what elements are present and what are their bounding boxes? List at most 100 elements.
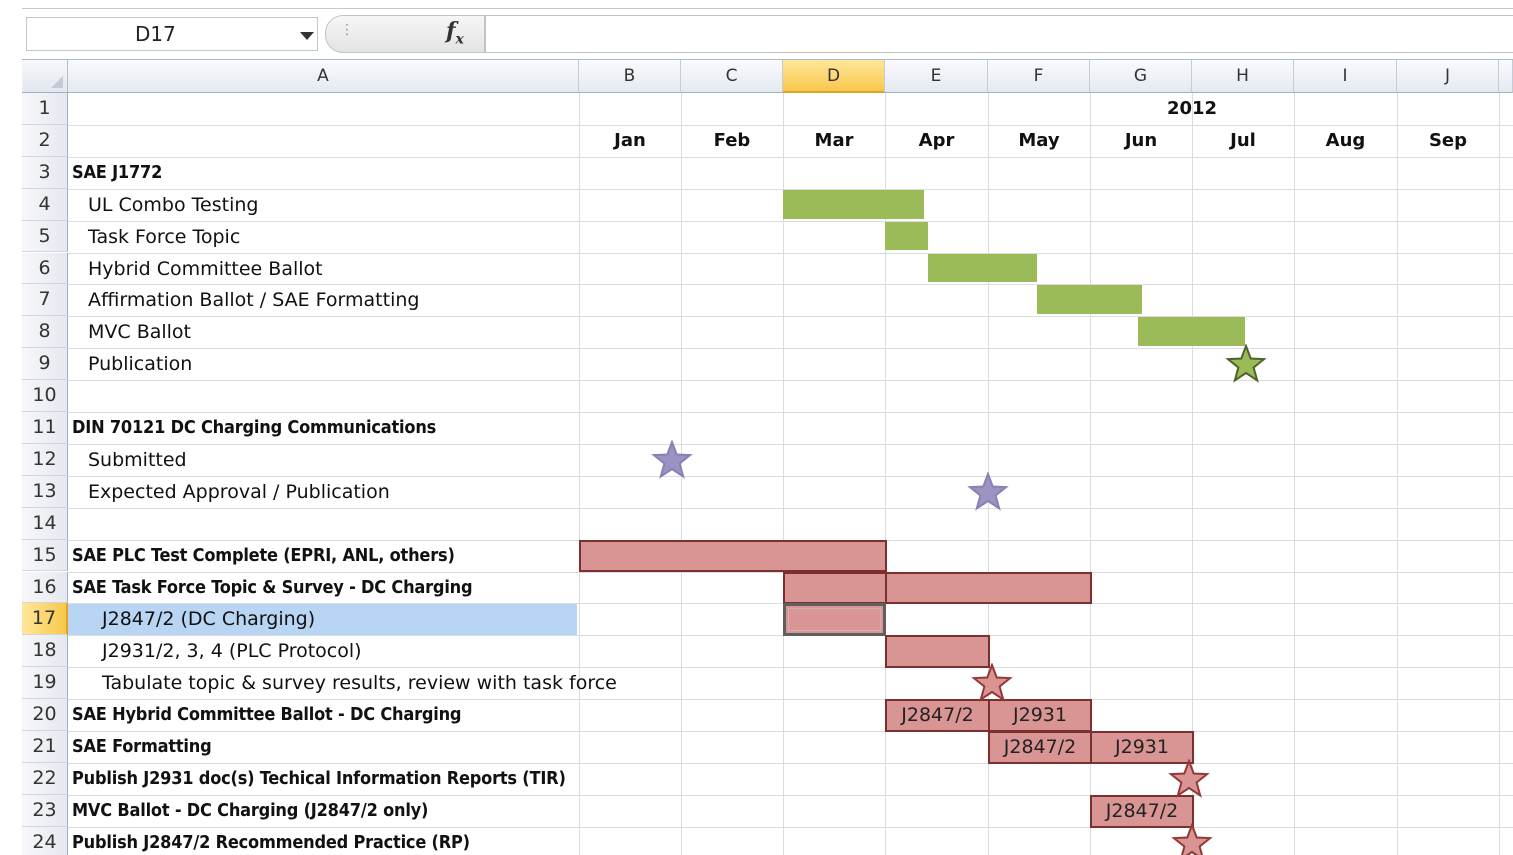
month-mar: Mar [814,129,854,151]
bar-task-force-topic-dc-ef [885,571,1092,605]
month-may: May [1018,129,1060,151]
active-cell-d17[interactable] [783,603,886,637]
cell-a-15[interactable]: SAE PLC Test Complete (EPRI, ANL, others… [72,545,455,566]
row-header-9[interactable]: 9 [22,348,68,381]
bar-label-r21-g: J2931 [1115,736,1169,758]
gridline-row [68,444,1513,445]
month-aug: Aug [1325,129,1366,151]
column-header-c[interactable]: C [681,60,783,93]
spreadsheet-grid[interactable]: A B C D E F G H I J 1 2 3 4 5 6 7 8 9 10 11 12 13 14 15 16 17 18 19 2… [22,60,1513,855]
gridline-row [68,795,1513,796]
select-all-corner[interactable] [22,60,68,93]
gridline-row [68,348,1513,349]
bar-task-force-topic-dc-d [783,571,887,605]
cell-a-7[interactable]: Affirmation Ballot / SAE Formatting [88,289,419,311]
column-header-b[interactable]: B [579,60,681,93]
column-header-next [1499,60,1513,93]
gridline-row [68,763,1513,764]
cell-a-6[interactable]: Hybrid Committee Ballot [88,258,323,280]
formula-bar: D17 ⋮ fx [22,8,1513,61]
cell-a-24[interactable]: Publish J2847/2 Recommended Practice (RP… [72,832,470,853]
cell-a-3[interactable]: SAE J1772 [72,162,162,183]
row-header-10[interactable]: 10 [22,380,68,412]
row-header-3[interactable]: 3 [22,156,68,189]
cell-a-22[interactable]: Publish J2931 doc(s) Techical Informatio… [72,768,566,789]
cell-a-9[interactable]: Publication [88,353,192,375]
submitted-star-icon [651,439,693,479]
expected-approval-star-icon [967,471,1009,511]
cell-a-11[interactable]: DIN 70121 DC Charging Communications [72,417,436,438]
month-jul: Jul [1230,129,1256,151]
bar-label-r20-f: J2931 [1013,704,1067,727]
gridline-col [1294,93,1295,855]
row-header-16[interactable]: 16 [22,571,68,604]
gridline-row [68,827,1513,828]
bar-label-r20-e: J2847/2 [901,704,974,727]
name-box-dropdown-icon[interactable] [300,32,314,40]
row-header-13[interactable]: 13 [22,475,68,508]
column-header-f[interactable]: F [988,60,1090,93]
cell-a-23[interactable]: MVC Ballot - DC Charging (J2847/2 only) [72,800,428,821]
formula-input[interactable] [485,15,1513,53]
insert-function-icon[interactable]: fx [446,18,464,47]
cell-a-20[interactable]: SAE Hybrid Committee Ballot - DC Chargin… [72,704,462,725]
cell-a-5[interactable]: Task Force Topic [88,226,240,248]
row-header-7[interactable]: 7 [22,284,68,317]
column-header-d[interactable]: D [783,60,885,93]
gridline-row [68,284,1513,285]
bar-ul-combo-testing [783,189,924,219]
cell-a-21[interactable]: SAE Formatting [72,736,212,757]
cell-a-8[interactable]: MVC Ballot [88,321,191,343]
bar-hybrid-committee-ballot [928,253,1037,283]
gridline-row [68,667,1513,668]
cell-a-4[interactable]: UL Combo Testing [88,194,258,216]
row-header-24[interactable]: 24 [22,826,68,855]
row-header-15[interactable]: 15 [22,539,68,572]
gridline-row [68,380,1513,381]
row-header-4[interactable]: 4 [22,188,68,221]
row-header-5[interactable]: 5 [22,220,68,253]
window-left-edge [0,0,22,855]
cell-a-16[interactable]: SAE Task Force Topic & Survey - DC Charg… [72,577,473,598]
column-header-g[interactable]: G [1090,60,1192,93]
bar-label-r23-g: J2847/2 [1105,799,1179,822]
gridline-row [68,508,1513,509]
cell-a-17[interactable]: J2847/2 (DC Charging) [102,608,315,630]
row-header-14[interactable]: 14 [22,507,68,540]
row-header-19[interactable]: 19 [22,667,68,700]
row-header-1[interactable]: 1 [22,93,68,125]
formula-expand-icon[interactable]: ⋮ [340,22,354,38]
cell-a-18[interactable]: J2931/2, 3, 4 (PLC Protocol) [102,640,362,662]
cell-a-19[interactable]: Tabulate topic & survey results, review … [102,672,617,694]
row-header-6[interactable]: 6 [22,252,68,285]
row-header-22[interactable]: 22 [22,762,68,795]
column-header-i[interactable]: I [1294,60,1397,93]
bar-plc-test-complete [579,539,887,573]
row-header-8[interactable]: 8 [22,316,68,349]
gridline-row [68,221,1513,222]
row-header-18[interactable]: 18 [22,635,68,668]
gridline-col [1499,93,1500,855]
row-header-23[interactable]: 23 [22,794,68,827]
gridline-col [579,93,580,855]
month-sep: Sep [1428,129,1468,151]
name-box[interactable]: D17 [26,17,318,51]
column-header-e[interactable]: E [885,60,988,93]
row-header-2[interactable]: 2 [22,124,68,157]
gridline-row [68,253,1513,254]
row-header-11[interactable]: 11 [22,412,68,444]
row-header-20[interactable]: 20 [22,699,68,731]
cell-a-12[interactable]: Submitted [88,449,187,471]
gridline-row [68,476,1513,477]
row-header-21[interactable]: 21 [22,731,68,763]
column-header-a[interactable]: A [68,60,579,93]
column-header-h[interactable]: H [1192,60,1294,93]
bar-mvc-ballot [1138,317,1245,347]
bar-label-r21-f: J2847/2 [1003,736,1077,758]
column-header-j[interactable]: J [1397,60,1499,93]
row-header-17[interactable]: 17 [22,603,68,636]
month-jan: Jan [614,129,646,151]
cell-a-13[interactable]: Expected Approval / Publication [88,481,390,503]
publish-j2931-star-icon [1168,758,1210,798]
row-header-12[interactable]: 12 [22,443,68,476]
